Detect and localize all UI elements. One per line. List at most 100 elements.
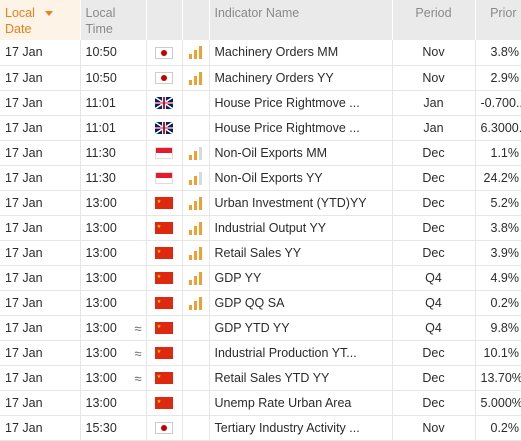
local-time-label-line2: Time <box>85 22 113 36</box>
table-row[interactable]: 17 Jan 13:00 GDP YY Q4 4.9% <box>0 265 521 291</box>
japan-flag-icon <box>155 422 173 435</box>
row-date: 17 Jan <box>0 40 81 66</box>
table-row[interactable]: 17 Jan 15:30 Tertiary Industry Activity ..… <box>0 415 521 441</box>
row-time: 13:00 <box>85 320 117 335</box>
row-impact <box>182 315 210 341</box>
row-period: Nov <box>392 65 476 91</box>
row-date: 17 Jan <box>0 190 81 216</box>
table-row[interactable]: 17 Jan 13:00 GDP QQ SA Q4 0.2% <box>0 290 521 316</box>
table-row[interactable]: 17 Jan 13:00 Urban Investment (YTD)YY Dec 5.… <box>0 190 521 216</box>
row-period: Jan <box>392 115 476 141</box>
row-time-cell: 13:00 <box>80 265 147 291</box>
impact-bars-icon <box>189 46 202 60</box>
row-indicator-name[interactable]: House Price Rightmove ... <box>209 115 393 141</box>
china-flag-icon <box>155 372 173 385</box>
row-time: 13:00 <box>85 370 117 385</box>
column-header-impact[interactable] <box>182 0 210 40</box>
header-row: Local Date Local Time Indicator Name Per… <box>0 0 521 40</box>
row-country <box>146 190 183 216</box>
row-time: 11:01 <box>85 95 116 110</box>
row-impact <box>182 65 210 91</box>
row-impact <box>182 40 210 66</box>
row-indicator-name[interactable]: GDP YY <box>209 265 393 291</box>
japan-flag-icon <box>155 72 173 85</box>
table-row[interactable]: 17 Jan 11:01 House Price Rightmove ... Jan -… <box>0 90 521 116</box>
row-impact <box>182 265 210 291</box>
row-indicator-name[interactable]: Retail Sales YY <box>209 240 393 266</box>
china-flag-icon <box>155 322 173 335</box>
table-row[interactable]: 17 Jan 10:50 Machinery Orders YY Nov 2.9% <box>0 65 521 91</box>
row-date: 17 Jan <box>0 165 81 191</box>
row-indicator-name[interactable]: Machinery Orders MM <box>209 40 393 66</box>
row-period: Dec <box>392 190 476 216</box>
row-date: 17 Jan <box>0 340 81 366</box>
column-header-country[interactable] <box>146 0 183 40</box>
table-row[interactable]: 17 Jan 11:30 Non-Oil Exports YY Dec 24.2% <box>0 165 521 191</box>
impact-bars-icon <box>189 71 202 85</box>
row-time-cell: 11:30 <box>80 165 147 191</box>
row-time-cell: 11:01 <box>80 115 147 141</box>
row-prior: 13.70% <box>475 365 521 391</box>
row-indicator-name[interactable]: Non-Oil Exports YY <box>209 165 393 191</box>
row-prior: 0.2% <box>475 290 521 316</box>
row-country <box>146 365 183 391</box>
row-indicator-name[interactable]: Urban Investment (YTD)YY <box>209 190 393 216</box>
row-prior: 4.9% <box>475 265 521 291</box>
row-time: 13:00 <box>85 195 117 210</box>
row-country <box>146 390 183 416</box>
table-row[interactable]: 17 Jan 13:00 ≈ GDP YTD YY Q4 9.8% <box>0 315 521 341</box>
row-prior: 10.1% <box>475 340 521 366</box>
row-time: 13:00 <box>85 395 117 410</box>
row-indicator-name[interactable]: Retail Sales YTD YY <box>209 365 393 391</box>
row-indicator-name[interactable]: Unemp Rate Urban Area <box>209 390 393 416</box>
row-impact <box>182 115 210 141</box>
row-prior: 5.2% <box>475 190 521 216</box>
row-time-cell: 13:00 <box>80 390 147 416</box>
impact-bars-icon <box>189 196 202 210</box>
row-time: 11:01 <box>85 120 116 135</box>
row-indicator-name[interactable]: Machinery Orders YY <box>209 65 393 91</box>
row-indicator-name[interactable]: Industrial Production YT... <box>209 340 393 366</box>
china-flag-icon <box>155 272 173 285</box>
japan-flag-icon <box>155 46 173 59</box>
row-indicator-name[interactable]: Tertiary Industry Activity ... <box>209 415 393 441</box>
table-row[interactable]: 17 Jan 13:00 ≈ Retail Sales YTD YY Dec 13.70% <box>0 365 521 391</box>
row-country <box>146 415 183 441</box>
row-country <box>146 40 183 66</box>
row-prior: 1.1% <box>475 140 521 166</box>
row-time-cell: 13:00 ≈ <box>80 365 147 391</box>
table-row[interactable]: 17 Jan 11:01 House Price Rightmove ... Jan 6… <box>0 115 521 141</box>
row-date: 17 Jan <box>0 115 81 141</box>
approximate-icon: ≈ <box>134 370 142 386</box>
table-row[interactable]: 17 Jan 13:00 Unemp Rate Urban Area Dec 5.000… <box>0 390 521 416</box>
column-header-local-date[interactable]: Local Date <box>0 0 81 40</box>
row-period: Q4 <box>392 315 476 341</box>
row-country <box>146 290 183 316</box>
row-indicator-name[interactable]: Industrial Output YY <box>209 215 393 241</box>
row-indicator-name[interactable]: House Price Rightmove ... <box>209 90 393 116</box>
table-row[interactable]: 17 Jan 13:00 Industrial Output YY Dec 3.8% <box>0 215 521 241</box>
column-header-indicator-name[interactable]: Indicator Name <box>209 0 393 40</box>
table-row[interactable]: 17 Jan 13:00 Retail Sales YY Dec 3.9% <box>0 240 521 266</box>
row-prior: 0.2% <box>475 415 521 441</box>
row-country <box>146 115 183 141</box>
table-body: 17 Jan 10:50 Machinery Orders MM Nov 3.8% 17 … <box>0 40 521 441</box>
row-indicator-name[interactable]: Non-Oil Exports MM <box>209 140 393 166</box>
impact-bars-icon <box>189 271 202 285</box>
row-date: 17 Jan <box>0 415 81 441</box>
column-header-period[interactable]: Period <box>392 0 476 40</box>
row-time-cell: 15:30 <box>80 415 147 441</box>
table-row[interactable]: 17 Jan 13:00 ≈ Industrial Production YT... D… <box>0 340 521 366</box>
row-impact <box>182 390 210 416</box>
row-impact <box>182 415 210 441</box>
column-header-prior[interactable]: Prior <box>475 0 521 40</box>
column-header-local-time[interactable]: Local Time <box>80 0 147 40</box>
china-flag-icon <box>155 397 173 410</box>
row-time-cell: 13:00 <box>80 190 147 216</box>
china-flag-icon <box>155 247 173 260</box>
sort-descending-icon <box>44 11 53 17</box>
row-indicator-name[interactable]: GDP YTD YY <box>209 315 393 341</box>
row-indicator-name[interactable]: GDP QQ SA <box>209 290 393 316</box>
table-row[interactable]: 17 Jan 11:30 Non-Oil Exports MM Dec 1.1% <box>0 140 521 166</box>
table-row[interactable]: 17 Jan 10:50 Machinery Orders MM Nov 3.8% <box>0 40 521 66</box>
